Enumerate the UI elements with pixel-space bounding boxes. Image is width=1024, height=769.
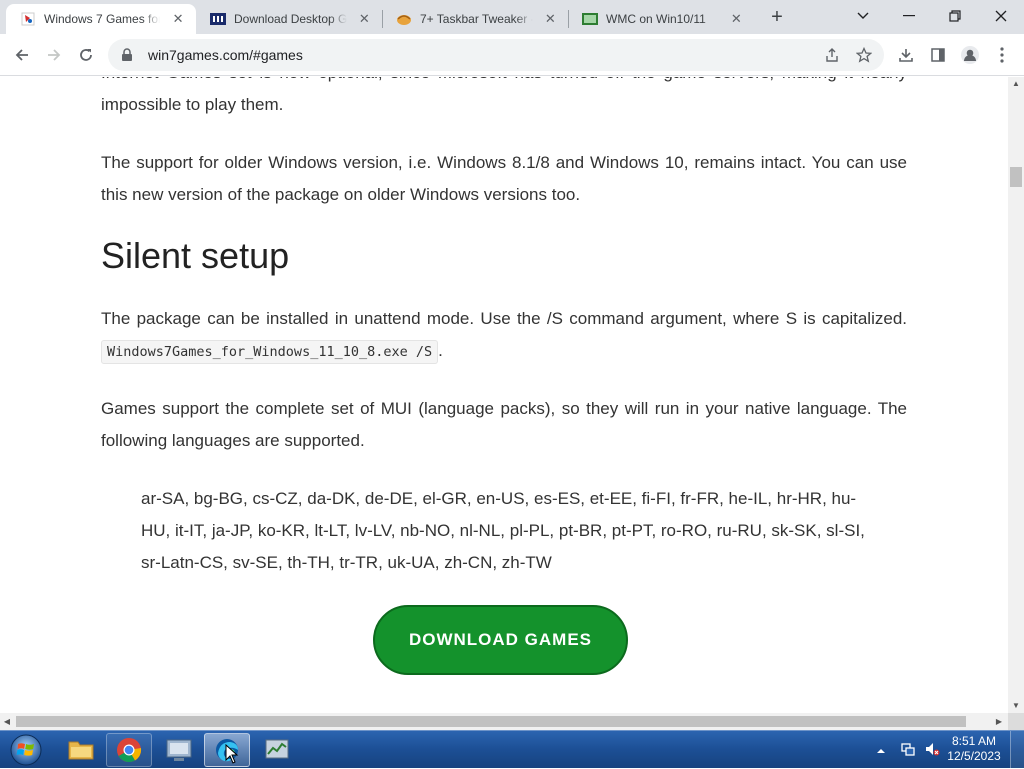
windows-orb-icon: [10, 734, 42, 766]
languages-list: ar-SA, bg-BG, cs-CZ, da-DK, de-DE, el-GR…: [141, 489, 865, 572]
network-icon[interactable]: [900, 741, 916, 757]
close-tab-icon[interactable]: ✕: [729, 11, 744, 27]
section-heading-silent-setup: Silent setup: [101, 235, 290, 276]
task-manager-icon: [265, 739, 289, 759]
horizontal-scroll-thumb[interactable]: [16, 716, 966, 727]
new-tab-button[interactable]: +: [766, 7, 788, 29]
download-icon[interactable]: [894, 43, 918, 67]
bookmark-star-icon[interactable]: [854, 45, 874, 65]
tab-wmc-on-win10-11[interactable]: WMC on Win10/11 ✕: [568, 4, 754, 34]
control-panel-icon: [166, 739, 192, 761]
reload-button[interactable]: [74, 43, 98, 67]
chrome-icon: [117, 738, 142, 763]
languages-intro-paragraph: Games support the complete set of MUI (l…: [101, 399, 907, 450]
restore-button[interactable]: [940, 4, 970, 28]
menu-kebab-icon[interactable]: [990, 43, 1014, 67]
scroll-left-arrow-icon[interactable]: ◀: [0, 713, 14, 730]
taskbar-control-panel[interactable]: [156, 733, 202, 767]
taskbar-google-chrome[interactable]: [106, 733, 152, 767]
wmc-favicon-icon: [582, 11, 598, 27]
tab-title: 7+ Taskbar Tweaker -: [420, 12, 533, 26]
download-games-button[interactable]: DOWNLOAD GAMES: [373, 605, 628, 675]
tab-download-desktop-gadgets[interactable]: Download Desktop Ga ✕: [196, 4, 382, 34]
folder-icon: [68, 741, 94, 760]
tab-title: Download Desktop Ga: [234, 12, 347, 26]
share-icon[interactable]: [822, 45, 842, 65]
close-tab-icon[interactable]: ✕: [170, 11, 186, 27]
vertical-scrollbar[interactable]: ▲ ▼: [1008, 77, 1024, 713]
close-window-button[interactable]: [986, 4, 1016, 28]
scrollbar-corner: [1008, 713, 1024, 730]
win7games-favicon-icon: [20, 11, 36, 27]
partial-paragraph-line: Internet Games set is now optional, sinc…: [101, 77, 907, 89]
scroll-right-arrow-icon[interactable]: ▶: [992, 713, 1006, 730]
clock-date: 12/5/2023: [947, 749, 1001, 763]
silent-command-code: Windows7Games_for_Windows_11_10_8.exe /S: [101, 340, 439, 364]
scroll-down-arrow-icon[interactable]: ▼: [1008, 699, 1024, 713]
mouse-cursor-icon: [225, 743, 239, 764]
back-button[interactable]: [10, 43, 34, 67]
page-content: Internet Games set is now optional, sinc…: [0, 77, 1008, 713]
system-clock[interactable]: 8:51 AM 12/5/2023: [946, 734, 1002, 764]
clock-time: 8:51 AM: [951, 734, 997, 748]
winaero-favicon-icon: [210, 11, 226, 27]
address-bar[interactable]: win7games.com/#games: [108, 39, 884, 71]
taskbar-windows-explorer[interactable]: [58, 733, 104, 767]
side-panel-icon[interactable]: [926, 43, 950, 67]
tab-windows-7-games[interactable]: Windows 7 Games for ✕: [6, 4, 196, 34]
show-desktop-button[interactable]: [1010, 731, 1024, 769]
horizontal-scrollbar[interactable]: ◀ ▶: [0, 713, 1008, 730]
volume-muted-icon[interactable]: [924, 741, 940, 757]
silent-setup-text: The package can be installed in unattend…: [101, 309, 907, 328]
close-tab-icon[interactable]: ✕: [357, 11, 372, 27]
forward-button[interactable]: [42, 43, 66, 67]
browser-window: Windows 7 Games for ✕ Download Desktop G…: [0, 0, 1024, 730]
silent-setup-period: .: [438, 341, 443, 360]
start-button[interactable]: [6, 733, 46, 767]
scroll-up-arrow-icon[interactable]: ▲: [1008, 77, 1024, 91]
partial-paragraph-end: impossible to play them.: [101, 95, 284, 114]
show-hidden-icons-arrow-icon[interactable]: [876, 743, 886, 753]
vertical-scroll-thumb[interactable]: [1010, 167, 1022, 187]
tab-strip: Windows 7 Games for ✕ Download Desktop G…: [0, 0, 1024, 34]
tab-title: WMC on Win10/11: [606, 12, 706, 26]
browser-toolbar: win7games.com/#games: [0, 34, 1024, 76]
taskbar: 8:51 AM 12/5/2023: [0, 730, 1024, 769]
lock-icon[interactable]: [120, 48, 134, 62]
tab-title: Windows 7 Games for: [44, 12, 161, 26]
taskbar-task-manager[interactable]: [254, 733, 300, 767]
url-text[interactable]: win7games.com/#games: [148, 47, 303, 63]
tab-7-taskbar-tweaker[interactable]: 7+ Taskbar Tweaker - ✕: [382, 4, 568, 34]
silent-setup-paragraph: The package can be installed in unattend…: [101, 303, 907, 368]
tab-search-icon[interactable]: [848, 4, 878, 28]
ramensoftware-favicon-icon: [396, 11, 412, 27]
support-paragraph: The support for older Windows version, i…: [101, 153, 907, 204]
profile-avatar-icon[interactable]: [958, 43, 982, 67]
minimize-button[interactable]: [894, 4, 924, 28]
close-tab-icon[interactable]: ✕: [543, 11, 558, 27]
